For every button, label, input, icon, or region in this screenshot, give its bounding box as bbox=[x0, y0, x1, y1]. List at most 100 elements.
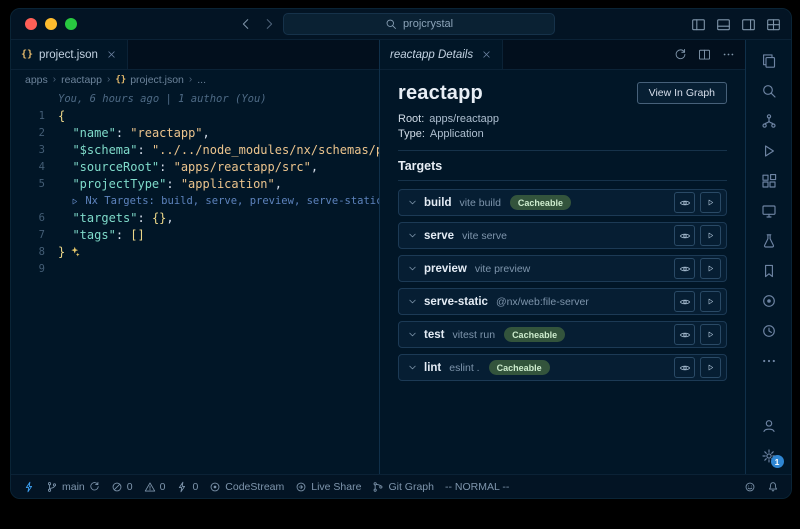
show-target-config-button[interactable] bbox=[674, 192, 695, 213]
feedback-icon bbox=[744, 481, 756, 493]
editor[interactable]: You, 6 hours ago | 1 author (You)1{2 "na… bbox=[11, 89, 379, 474]
activity-extensions[interactable] bbox=[760, 172, 778, 189]
debug-icon bbox=[761, 143, 777, 159]
view-in-graph-button[interactable]: View In Graph bbox=[637, 82, 727, 104]
titlebar-layout-panel-button[interactable] bbox=[716, 17, 731, 32]
codestream-logo-icon bbox=[209, 481, 221, 493]
breadcrumb-separator: › bbox=[53, 74, 56, 85]
status-notifications[interactable] bbox=[767, 481, 779, 493]
activity-testing[interactable] bbox=[760, 232, 778, 249]
minimize-window-button[interactable] bbox=[45, 18, 57, 30]
run-target-button[interactable] bbox=[700, 192, 721, 213]
target-row-serve[interactable]: servevite serve bbox=[398, 222, 727, 249]
status-bolt-count[interactable]: 0 bbox=[176, 481, 198, 493]
activity-search[interactable] bbox=[760, 82, 778, 99]
target-row-preview[interactable]: previewvite preview bbox=[398, 255, 727, 282]
target-command: vitest run bbox=[452, 329, 495, 341]
show-target-config-button[interactable] bbox=[674, 324, 695, 345]
status-warnings[interactable]: 0 bbox=[144, 481, 166, 493]
history-back-button[interactable] bbox=[239, 17, 253, 31]
tab-action-more-button[interactable] bbox=[722, 48, 735, 61]
project-title: reactapp bbox=[398, 82, 483, 105]
line-content: "name": "reactapp", bbox=[58, 125, 379, 142]
titlebar-layout-grid-button[interactable] bbox=[766, 17, 781, 32]
breadcrumb-label: reactapp bbox=[61, 74, 102, 86]
project-details-panel: reactapp View In Graph Root:apps/reactap… bbox=[380, 70, 745, 474]
tabstrip-right: reactapp Details bbox=[380, 40, 745, 70]
status-git-branch[interactable]: main bbox=[46, 481, 100, 493]
breadcrumb-item[interactable]: {}project.json bbox=[115, 74, 184, 86]
breadcrumb[interactable]: apps›reactapp›{}project.json›... bbox=[11, 70, 379, 89]
notification-badge: 1 bbox=[771, 455, 784, 468]
type-value: Application bbox=[430, 128, 484, 140]
close-tab-icon[interactable] bbox=[481, 49, 492, 60]
extensions-icon bbox=[761, 173, 777, 189]
activity-more-views[interactable] bbox=[760, 352, 778, 369]
show-target-config-button[interactable] bbox=[674, 357, 695, 378]
json-file-icon: {} bbox=[115, 75, 126, 85]
line-content: "$schema": "../../node_modules/nx/schema… bbox=[58, 142, 379, 159]
activity-codestream[interactable] bbox=[760, 292, 778, 309]
run-target-button[interactable] bbox=[700, 357, 721, 378]
person-icon bbox=[761, 418, 777, 434]
activity-bar: 1 bbox=[746, 40, 791, 474]
breadcrumb-item[interactable]: apps bbox=[25, 74, 48, 86]
run-target-button[interactable] bbox=[700, 324, 721, 345]
tab-action-split-button[interactable] bbox=[698, 48, 711, 61]
run-target-button[interactable] bbox=[700, 225, 721, 246]
activity-source-control[interactable] bbox=[760, 112, 778, 129]
project-root: Root:apps/reactapp bbox=[398, 113, 727, 125]
close-tab-icon[interactable] bbox=[106, 49, 117, 60]
lens-line[interactable]: Nx Targets: build, serve, preview, serve… bbox=[11, 193, 379, 210]
breadcrumb-item[interactable]: reactapp bbox=[61, 74, 102, 86]
run-target-button[interactable] bbox=[700, 291, 721, 312]
run-target-button[interactable] bbox=[700, 258, 721, 279]
cacheable-badge: Cacheable bbox=[489, 360, 550, 375]
history-forward-button[interactable] bbox=[262, 17, 276, 31]
titlebar-layout-sidebar-right-button[interactable] bbox=[741, 17, 756, 32]
activity-accounts[interactable] bbox=[760, 417, 778, 434]
target-row-lint[interactable]: linteslint .Cacheable bbox=[398, 354, 727, 381]
activity-run-and-debug[interactable] bbox=[760, 142, 778, 159]
activity-bookmarks[interactable] bbox=[760, 262, 778, 279]
status-errors[interactable]: 0 bbox=[111, 481, 133, 493]
chevron-right-icon bbox=[262, 17, 276, 31]
activity-remote-explorer[interactable] bbox=[760, 202, 778, 219]
code-line: 1{ bbox=[11, 108, 379, 125]
line-content: "tags": [] bbox=[58, 227, 379, 244]
status-feedback[interactable] bbox=[744, 481, 756, 493]
target-row-build[interactable]: buildvite buildCacheable bbox=[398, 189, 727, 216]
zoom-window-button[interactable] bbox=[65, 18, 77, 30]
status-vim-mode[interactable]: -- NORMAL -- bbox=[445, 481, 509, 493]
tab-project-json[interactable]: {} project.json bbox=[11, 40, 128, 69]
status-remote-indicator[interactable] bbox=[23, 481, 35, 493]
target-name: serve-static bbox=[424, 296, 488, 308]
activity-explorer[interactable] bbox=[760, 52, 778, 69]
editor-group-right: reactapp Details reactapp View In Graph … bbox=[380, 40, 746, 474]
status-codestream[interactable]: CodeStream bbox=[209, 481, 284, 493]
activity-settings[interactable]: 1 bbox=[760, 447, 778, 464]
tab-action-refresh-button[interactable] bbox=[674, 48, 687, 61]
show-target-config-button[interactable] bbox=[674, 291, 695, 312]
status-git-graph[interactable]: Git Graph bbox=[372, 481, 434, 493]
show-target-config-button[interactable] bbox=[674, 258, 695, 279]
breadcrumb-item[interactable]: ... bbox=[197, 74, 206, 86]
window-controls bbox=[11, 18, 77, 30]
activity-timeline[interactable] bbox=[760, 322, 778, 339]
status-live-share[interactable]: Live Share bbox=[295, 481, 361, 493]
target-command: vite build bbox=[459, 197, 500, 209]
target-row-test[interactable]: testvitest runCacheable bbox=[398, 321, 727, 348]
show-target-config-button[interactable] bbox=[674, 225, 695, 246]
editor-group-left: {} project.json apps›reactapp›{}project.… bbox=[11, 40, 380, 474]
chevron-down-icon bbox=[407, 197, 418, 208]
chevron-left-icon bbox=[239, 17, 253, 31]
line-content: "sourceRoot": "apps/reactapp/src", bbox=[58, 159, 379, 176]
titlebar-layout-sidebar-left-button[interactable] bbox=[691, 17, 706, 32]
close-window-button[interactable] bbox=[25, 18, 37, 30]
bookmark-icon bbox=[761, 263, 777, 279]
command-center-search[interactable]: projcrystal bbox=[283, 13, 555, 35]
target-row-serve-static[interactable]: serve-static@nx/web:file-server bbox=[398, 288, 727, 315]
tab-reactapp-details[interactable]: reactapp Details bbox=[380, 40, 503, 69]
tab-label: project.json bbox=[39, 49, 98, 61]
root-label: Root: bbox=[398, 113, 424, 125]
